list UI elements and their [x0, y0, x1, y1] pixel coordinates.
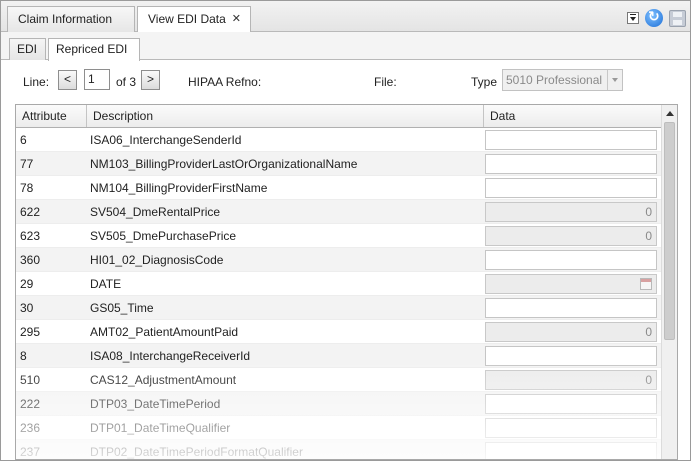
data-field[interactable]: [485, 394, 657, 414]
data-field[interactable]: [485, 178, 657, 198]
description-cell: NM103_BillingProviderLastOrOrganizationa…: [90, 157, 358, 171]
tab-edi[interactable]: EDI: [9, 38, 46, 60]
description-cell: CAS12_AdjustmentAmount: [90, 373, 237, 387]
data-field[interactable]: 0: [485, 370, 657, 390]
date-field[interactable]: [485, 274, 657, 294]
attribute-cell: 510: [20, 373, 41, 387]
column-header-description[interactable]: Description: [87, 105, 484, 127]
save-icon[interactable]: [669, 9, 686, 27]
attribute-cell: 623: [20, 229, 41, 243]
description-cell: ISA06_InterchangeSenderId: [90, 133, 242, 147]
data-field[interactable]: [485, 298, 657, 318]
attribute-cell: 222: [20, 397, 41, 411]
line-navigator: Line: < 1 of 3 > HIPAA Refno: File: Type…: [1, 61, 690, 101]
window-toolbar: [627, 8, 686, 28]
data-field[interactable]: [485, 250, 657, 270]
table-row[interactable]: 78 NM104_BillingProviderFirstName: [16, 176, 662, 200]
tab-repriced-edi[interactable]: Repriced EDI: [48, 38, 140, 61]
table-row[interactable]: 622 SV504_DmeRentalPrice 0: [16, 200, 662, 224]
column-header-attribute[interactable]: Attribute: [16, 105, 87, 127]
line-label: Line:: [23, 75, 50, 89]
grid-rows: 6 ISA06_InterchangeSenderId 77 NM103_Billin…: [16, 128, 662, 459]
description-cell: NM104_BillingProviderFirstName: [90, 181, 268, 195]
scrollbar-thumb[interactable]: [664, 122, 675, 340]
data-field[interactable]: [485, 418, 657, 438]
vertical-scrollbar[interactable]: [661, 105, 677, 459]
description-cell: SV504_DmeRentalPrice: [90, 205, 221, 219]
table-row[interactable]: 510 CAS12_AdjustmentAmount 0: [16, 368, 662, 392]
table-row[interactable]: 8 ISA08_InterchangeReceiverId: [16, 344, 662, 368]
table-row[interactable]: 623 SV505_DmePurchasePrice 0: [16, 224, 662, 248]
description-cell: GS05_Time: [90, 301, 154, 315]
table-row[interactable]: 236 DTP01_DateTimeQualifier: [16, 416, 662, 440]
description-cell: AMT02_PatientAmountPaid: [90, 325, 239, 339]
chevron-down-icon[interactable]: [607, 70, 622, 90]
tab-view-edi-data-label: View EDI Data: [148, 12, 226, 26]
attribute-cell: 295: [20, 325, 41, 339]
data-field[interactable]: 0: [485, 202, 657, 222]
attribute-cell: 6: [20, 133, 27, 147]
description-cell: ISA08_InterchangeReceiverId: [90, 349, 251, 363]
line-count-label: of 3: [116, 75, 137, 89]
description-cell: DTP02_DateTimePeriodFormatQualifier: [90, 445, 303, 459]
table-row[interactable]: 77 NM103_BillingProviderLastOrOrganizatio…: [16, 152, 662, 176]
tab-view-edi-data[interactable]: View EDI Data ✕: [137, 6, 251, 33]
attribute-cell: 8: [20, 349, 27, 363]
data-field[interactable]: [485, 442, 657, 459]
file-label: File:: [374, 75, 397, 89]
data-field[interactable]: 0: [485, 322, 657, 342]
edi-tab-strip: EDI Repriced EDI: [1, 32, 690, 61]
table-row[interactable]: 222 DTP03_DateTimePeriod: [16, 392, 662, 416]
attribute-cell: 360: [20, 253, 41, 267]
grid-header: Attribute Description Data: [16, 105, 662, 128]
data-field[interactable]: 0: [485, 226, 657, 246]
description-cell: DTP01_DateTimeQualifier: [90, 421, 231, 435]
data-field[interactable]: [485, 346, 657, 366]
table-row[interactable]: 29 DATE: [16, 272, 662, 296]
description-cell: DATE: [90, 277, 122, 291]
attribute-cell: 236: [20, 421, 41, 435]
attribute-cell: 78: [20, 181, 34, 195]
edi-viewer-window: Claim Information View EDI Data ✕ EDI Re…: [0, 0, 691, 461]
attribute-cell: 622: [20, 205, 41, 219]
data-field[interactable]: [485, 130, 657, 150]
attribute-cell: 30: [20, 301, 34, 315]
table-row[interactable]: 237 DTP02_DateTimePeriodFormatQualifier: [16, 440, 662, 459]
line-number-input[interactable]: 1: [84, 69, 110, 90]
table-row[interactable]: 295 AMT02_PatientAmountPaid 0: [16, 320, 662, 344]
description-cell: DTP03_DateTimePeriod: [90, 397, 221, 411]
column-header-data[interactable]: Data: [484, 105, 662, 127]
document-tab-strip: Claim Information View EDI Data ✕: [1, 1, 690, 33]
next-line-button[interactable]: >: [141, 70, 160, 90]
refresh-icon[interactable]: [645, 8, 663, 27]
attribute-cell: 237: [20, 445, 41, 459]
edi-attribute-grid: Attribute Description Data 6 ISA06_Interc…: [15, 104, 678, 460]
description-cell: SV505_DmePurchasePrice: [90, 229, 237, 243]
attribute-cell: 29: [20, 277, 34, 291]
previous-line-button[interactable]: <: [58, 70, 77, 90]
scroll-up-arrow-icon[interactable]: [662, 105, 677, 121]
calendar-icon[interactable]: [640, 278, 652, 290]
data-field[interactable]: [485, 154, 657, 174]
tab-claim-information[interactable]: Claim Information: [7, 6, 135, 32]
type-label: Type: [471, 75, 498, 89]
close-icon[interactable]: ✕: [232, 7, 241, 32]
table-row[interactable]: 360 HI01_02_DiagnosisCode: [16, 248, 662, 272]
type-select[interactable]: 5010 Professional: [502, 69, 623, 91]
hipaa-refno-label: HIPAA Refno:: [188, 75, 262, 89]
description-cell: HI01_02_DiagnosisCode: [90, 253, 224, 267]
dropdown-menu-icon[interactable]: [627, 12, 639, 24]
table-row[interactable]: 30 GS05_Time: [16, 296, 662, 320]
type-select-value: 5010 Professional: [506, 73, 603, 87]
attribute-cell: 77: [20, 157, 34, 171]
table-row[interactable]: 6 ISA06_InterchangeSenderId: [16, 128, 662, 152]
